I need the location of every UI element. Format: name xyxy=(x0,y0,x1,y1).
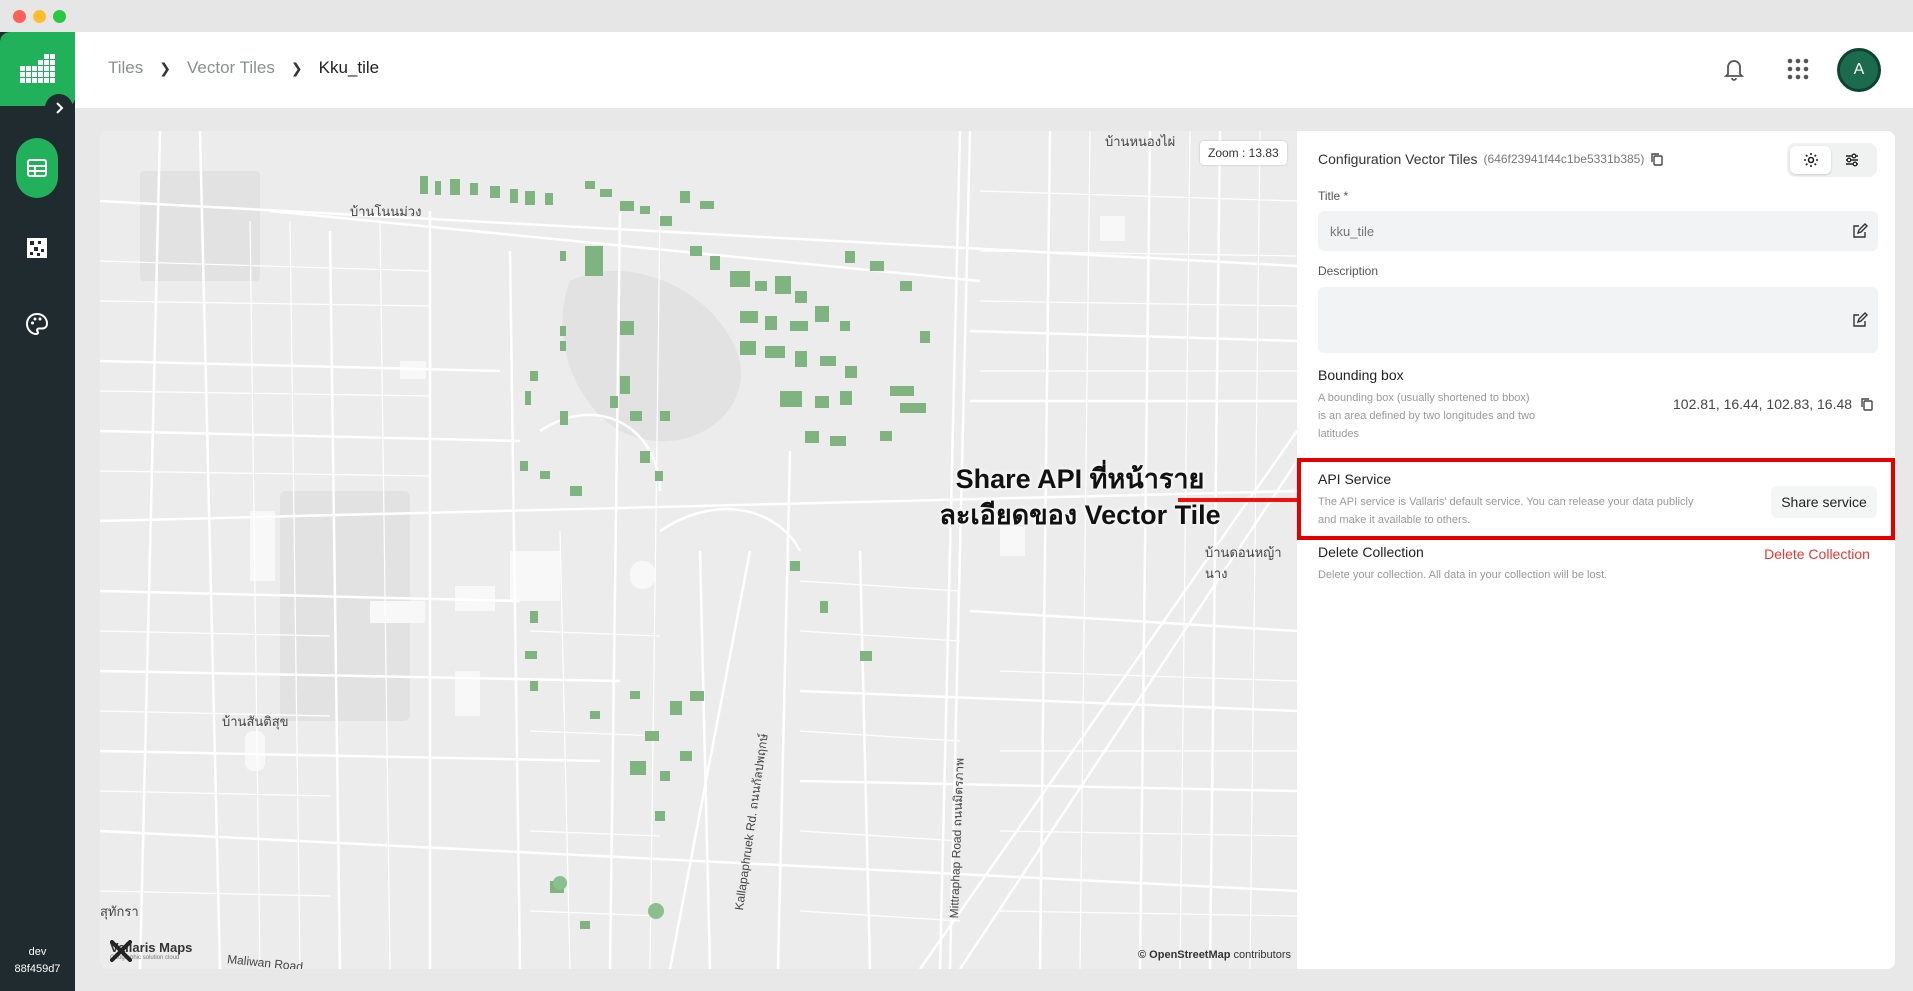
sidebar-item-styles[interactable] xyxy=(16,294,58,354)
top-header: Tiles ❯ Vector Tiles ❯ Kku_tile A xyxy=(75,32,1913,108)
expand-sidebar-button[interactable] xyxy=(45,94,73,122)
bbox-title: Bounding box xyxy=(1318,367,1404,383)
gear-icon xyxy=(1803,153,1818,167)
sidebar: dev 88f459d7 xyxy=(0,32,75,991)
version-label: 88f459d7 xyxy=(14,963,61,975)
attribution-suffix: contributors xyxy=(1230,949,1291,961)
title-value: kku_tile xyxy=(1330,223,1375,239)
palette-icon xyxy=(25,312,49,336)
api-service-description: The API service is Vallaris' default ser… xyxy=(1318,496,1694,526)
copy-icon[interactable] xyxy=(1860,397,1874,411)
share-service-button[interactable]: Share service xyxy=(1771,486,1877,518)
maximize-window-button[interactable] xyxy=(53,10,66,23)
window-titlebar xyxy=(0,0,1913,32)
breadcrumb-tiles[interactable]: Tiles xyxy=(108,58,143,78)
map-attribution: © OpenStreetMap contributors xyxy=(1138,949,1291,961)
edit-icon[interactable] xyxy=(1852,223,1868,239)
apps-grid-icon xyxy=(1787,58,1809,80)
map-view[interactable]: Zoom : 13.83 บ้านหนองไผ่ บ้านโนนม่วง บ้า… xyxy=(100,131,1297,969)
chevron-right-icon xyxy=(56,102,64,114)
delete-collection-button[interactable]: Delete Collection xyxy=(1757,538,1877,570)
panel-title: Configuration Vector Tiles (646f23941f44… xyxy=(1318,151,1664,167)
map-place-label: บ้านสันติสุข xyxy=(222,714,289,729)
user-avatar[interactable]: A xyxy=(1837,48,1881,92)
content-card: Zoom : 13.83 บ้านหนองไผ่ บ้านโนนม่วง บ้า… xyxy=(100,131,1895,969)
sidebar-item-tables[interactable] xyxy=(16,138,58,198)
annotation-connector xyxy=(1178,498,1297,502)
callout-line-2: ละเอียดของ Vector Tile xyxy=(939,500,1221,530)
breadcrumb-current: Kku_tile xyxy=(318,58,380,77)
environment-info: dev 88f459d7 xyxy=(0,944,75,978)
panel-view-toggle xyxy=(1787,143,1877,177)
env-label: dev xyxy=(28,946,47,958)
attribution-link[interactable]: © OpenStreetMap xyxy=(1138,949,1230,961)
sliders-icon xyxy=(1845,153,1858,167)
close-window-button[interactable] xyxy=(13,10,26,23)
edit-icon[interactable] xyxy=(1852,312,1868,328)
delete-collection-title: Delete Collection xyxy=(1318,544,1424,560)
chevron-right-icon: ❯ xyxy=(290,59,303,76)
bbox-value-row: 102.81, 16.44, 102.83, 16.48 xyxy=(1673,396,1874,412)
delete-collection-description: Delete your collection. All data in your… xyxy=(1318,569,1608,581)
panel-title-text: Configuration Vector Tiles xyxy=(1318,151,1478,167)
logo-grid-icon xyxy=(19,54,55,83)
breadcrumb: Tiles ❯ Vector Tiles ❯ Kku_tile xyxy=(108,58,379,78)
zoom-indicator: Zoom : 13.83 xyxy=(1200,141,1287,165)
minimize-window-button[interactable] xyxy=(33,10,46,23)
vallaris-leaf-icon xyxy=(110,940,132,962)
copy-icon[interactable] xyxy=(1650,152,1664,166)
notifications-button[interactable] xyxy=(1719,54,1749,84)
apps-menu-button[interactable] xyxy=(1783,54,1813,84)
map-brand-logo: Vallaris Maps Geographic solution cloud xyxy=(110,940,192,962)
chevron-right-icon: ❯ xyxy=(159,59,171,76)
description-field[interactable] xyxy=(1318,287,1878,353)
api-service-title: API Service xyxy=(1318,471,1392,487)
table-icon xyxy=(27,159,47,177)
map-place-label: บ้านดอนหญ้านาง xyxy=(1205,545,1282,581)
map-canvas xyxy=(100,131,1297,969)
breadcrumb-vector-tiles[interactable]: Vector Tiles xyxy=(187,58,275,78)
title-label: Title * xyxy=(1318,189,1349,203)
annotation-callout: Share API ที่หน้าราย ละเอียดของ Vector T… xyxy=(840,461,1297,533)
bell-icon xyxy=(1723,60,1745,81)
callout-line-1: Share API ที่หน้าราย xyxy=(955,464,1205,494)
filters-tab-button[interactable] xyxy=(1831,146,1872,174)
description-label: Description xyxy=(1318,264,1379,278)
bbox-description: A bounding box (usually shortened to bbo… xyxy=(1318,392,1536,440)
configuration-panel: Configuration Vector Tiles (646f23941f44… xyxy=(1297,131,1895,969)
map-place-label: บ้านโนนม่วง xyxy=(350,204,422,219)
collection-id: (646f23941f44c1be5331b385) xyxy=(1483,152,1645,166)
sidebar-item-tiles[interactable] xyxy=(16,218,58,278)
tiles-grid-icon xyxy=(27,238,47,258)
map-place-label: บ้านหนองไผ่ xyxy=(1105,134,1176,149)
bbox-value: 102.81, 16.44, 102.83, 16.48 xyxy=(1673,396,1853,412)
settings-tab-button[interactable] xyxy=(1790,146,1831,174)
title-field[interactable]: kku_tile xyxy=(1318,211,1878,251)
map-place-label: สุทักรา xyxy=(100,904,139,919)
